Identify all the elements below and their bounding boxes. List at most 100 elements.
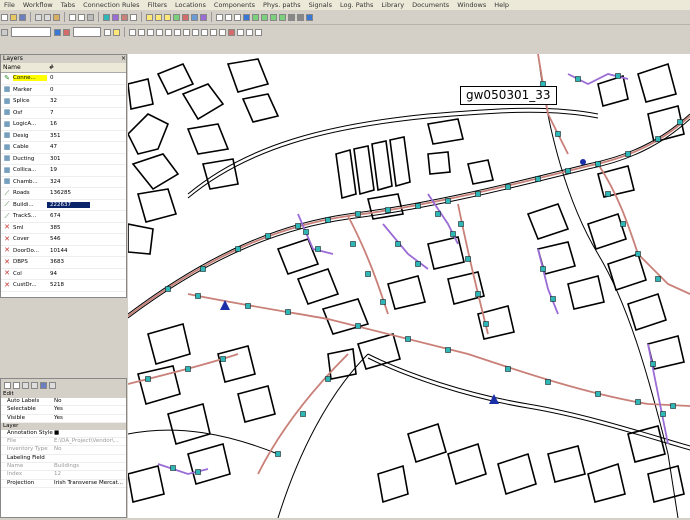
node-marker[interactable] xyxy=(655,276,661,282)
property-value[interactable]: Yes xyxy=(54,415,63,422)
node-marker[interactable] xyxy=(605,191,611,197)
property-row[interactable]: Auto Labels No xyxy=(1,398,126,407)
property-value[interactable]: ■ xyxy=(54,430,59,437)
info-icon[interactable] xyxy=(155,13,162,21)
node-marker[interactable] xyxy=(535,176,541,182)
property-row[interactable]: Labeling Field xyxy=(1,455,126,464)
layer-row[interactable]: ▦ Ducting 301 xyxy=(1,154,126,165)
redo-icon[interactable] xyxy=(78,13,85,21)
layer-row[interactable]: ⟋ Buildi... 222637 xyxy=(1,200,126,211)
menu-item[interactable]: Log. Paths xyxy=(336,1,377,9)
menu-item[interactable]: Phys. paths xyxy=(259,1,305,9)
node-marker[interactable] xyxy=(445,347,451,353)
property-row[interactable]: Name Buildings xyxy=(1,463,126,472)
property-row[interactable]: Projection Irish Transverse Mercat... xyxy=(1,480,126,488)
menu-item[interactable]: Tabs xyxy=(57,1,79,9)
node-marker[interactable] xyxy=(565,168,571,174)
property-value[interactable]: Buildings xyxy=(54,463,79,470)
refresh-icon[interactable] xyxy=(252,13,259,21)
feature-callout-label[interactable]: gw050301_33 xyxy=(460,86,557,105)
trace-icon[interactable] xyxy=(246,28,253,36)
node-marker[interactable] xyxy=(385,207,391,213)
node-marker[interactable] xyxy=(450,231,456,237)
node-marker[interactable] xyxy=(355,323,361,329)
layer-row[interactable]: ✎ Conne... 0 xyxy=(1,73,126,85)
column-count-header[interactable]: # xyxy=(47,63,89,72)
cut-icon[interactable] xyxy=(35,13,42,21)
node-marker[interactable] xyxy=(325,376,331,382)
draw-line-icon[interactable] xyxy=(138,28,145,36)
globe-icon[interactable] xyxy=(243,13,250,21)
layer-row[interactable]: ✕ CustDr... 5218 xyxy=(1,280,126,292)
split-icon[interactable] xyxy=(210,28,217,36)
node-marker[interactable] xyxy=(505,366,511,372)
property-row[interactable]: Visible Yes xyxy=(1,415,126,423)
draw-polygon-icon[interactable] xyxy=(147,28,154,36)
hidden-layer-icon[interactable]: ✕ xyxy=(3,247,11,254)
delete-icon[interactable] xyxy=(63,28,70,36)
zoom-in-icon[interactable] xyxy=(216,13,223,21)
menu-item[interactable]: Filters xyxy=(144,1,171,9)
node-marker[interactable] xyxy=(458,221,464,227)
undo-icon[interactable] xyxy=(69,13,76,21)
node-marker[interactable] xyxy=(165,286,171,292)
chamber-marker[interactable] xyxy=(489,394,499,404)
node-marker[interactable] xyxy=(435,211,441,217)
layer-row[interactable]: ▦ Chamb... 324 xyxy=(1,177,126,188)
route-icon[interactable] xyxy=(173,13,180,21)
node-marker[interactable] xyxy=(545,379,551,385)
node-marker[interactable] xyxy=(445,198,451,204)
node-marker[interactable] xyxy=(285,309,291,315)
report-icon[interactable] xyxy=(191,13,198,21)
layer-row[interactable]: ✕ DoorDo... 10144 xyxy=(1,246,126,257)
layer-icon[interactable]: ▦ xyxy=(3,86,11,93)
property-value[interactable]: 12 xyxy=(54,471,61,478)
hidden-layer-icon[interactable]: ✕ xyxy=(3,258,11,266)
layer-row[interactable]: ▦ Desig 351 xyxy=(1,131,126,142)
hidden-layer-icon[interactable]: ✕ xyxy=(3,224,11,231)
select-icon[interactable] xyxy=(164,13,171,21)
link-icon[interactable] xyxy=(237,28,244,36)
node-marker[interactable] xyxy=(200,266,206,272)
pencil-icon[interactable]: ✎ xyxy=(3,74,11,82)
zoom-out-icon[interactable] xyxy=(225,13,232,21)
layer-row[interactable]: ▦ Cable 47 xyxy=(1,142,126,154)
menu-item[interactable]: File xyxy=(0,1,19,9)
node-marker[interactable] xyxy=(315,246,321,252)
node-marker[interactable] xyxy=(235,246,241,252)
node-marker[interactable] xyxy=(550,296,556,302)
node-marker[interactable] xyxy=(170,465,176,471)
layer-control-icon[interactable] xyxy=(103,13,110,21)
node-marker[interactable] xyxy=(555,131,561,137)
save-icon[interactable] xyxy=(19,13,26,21)
property-page-icon[interactable] xyxy=(31,381,38,389)
line-layer-icon[interactable]: ⟋ xyxy=(3,201,11,208)
rotate-icon[interactable] xyxy=(201,28,208,36)
print-icon[interactable] xyxy=(87,13,94,21)
property-value[interactable]: E:\DA_Project\Vendor\... xyxy=(54,438,119,445)
layer-icon[interactable]: ▦ xyxy=(3,120,11,128)
node-marker[interactable] xyxy=(660,411,666,417)
copy-icon[interactable] xyxy=(44,13,51,21)
node-marker[interactable] xyxy=(365,271,371,277)
node-marker[interactable] xyxy=(195,293,201,299)
node-marker[interactable] xyxy=(620,221,626,227)
layer-row[interactable]: ▦ Marker 0 xyxy=(1,85,126,96)
layer-icon[interactable]: ▦ xyxy=(3,109,11,116)
layer-icon[interactable]: ▦ xyxy=(3,132,11,139)
property-row[interactable]: File E:\DA_Project\Vendor\... xyxy=(1,438,126,447)
node-marker[interactable] xyxy=(655,136,661,142)
node-marker[interactable] xyxy=(505,184,511,190)
layer-row[interactable]: ✕ Col 94 xyxy=(1,269,126,280)
property-value[interactable]: Irish Transverse Mercat... xyxy=(54,480,123,487)
draw-rect-icon[interactable] xyxy=(156,28,163,36)
apply-icon[interactable] xyxy=(54,28,61,36)
layer-row[interactable]: ▦ Collica... 19 xyxy=(1,165,126,177)
node-marker[interactable] xyxy=(220,356,226,362)
layer-row[interactable]: ✕ DBPS 3683 xyxy=(1,257,126,269)
node-marker[interactable] xyxy=(405,336,411,342)
save-props-icon[interactable] xyxy=(40,381,47,389)
category-layer[interactable]: Layer xyxy=(1,422,126,430)
hand-icon[interactable] xyxy=(113,28,120,36)
hidden-layer-icon[interactable]: ✕ xyxy=(3,281,11,289)
